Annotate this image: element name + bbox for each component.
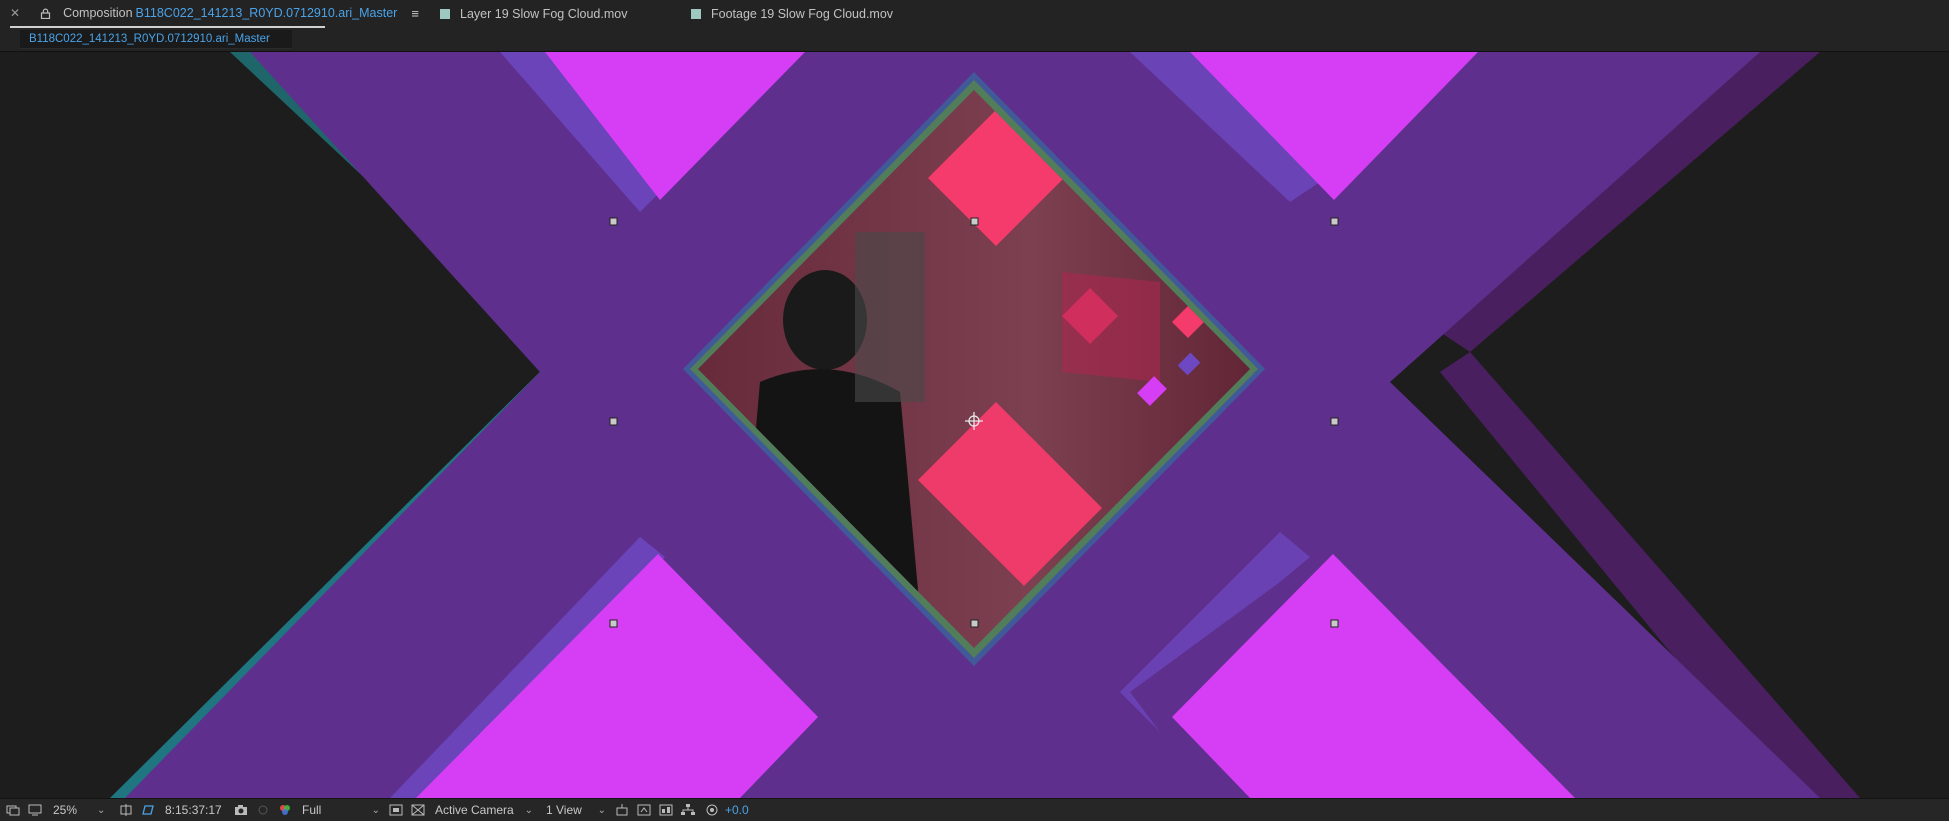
layer-controls-icon[interactable] — [659, 799, 673, 821]
tab-layer[interactable]: Layer 19 Slow Fog Cloud.mov — [440, 0, 627, 28]
handle-icon — [970, 217, 979, 226]
composition-canvas — [0, 52, 1949, 798]
reset-exposure-icon[interactable] — [637, 799, 651, 821]
exposure-value-text: +0.0 — [725, 803, 749, 817]
breadcrumb-label: B118C022_141213_R0YD.0712910.ari_Master — [29, 33, 270, 45]
handle-icon — [970, 619, 979, 628]
composition-viewer[interactable] — [0, 52, 1949, 798]
camera-dropdown[interactable]: Active Camera ⌄ — [435, 799, 533, 821]
tab-composition-name: B118C022_141213_R0YD.0712910.ari_Master — [135, 6, 398, 20]
handle-icon — [609, 417, 618, 426]
flowchart-icon[interactable] — [681, 799, 695, 821]
chevron-down-icon: ⌄ — [97, 804, 106, 816]
tab-footage-label: Footage 19 Slow Fog Cloud.mov — [711, 7, 894, 21]
show-snapshot-icon[interactable] — [256, 799, 270, 821]
snapshot-icon[interactable] — [234, 799, 248, 821]
channel-icon[interactable] — [278, 799, 292, 821]
handle-icon — [1330, 619, 1339, 628]
chevron-down-icon: ⌄ — [597, 804, 606, 816]
fast-preview-icon[interactable] — [389, 799, 403, 821]
label-swatch-icon — [691, 9, 701, 19]
timecode-value: 8:15:37:17 — [165, 803, 222, 817]
roi-icon[interactable] — [119, 799, 133, 821]
view-layout-dropdown[interactable]: 1 View ⌄ — [546, 799, 606, 821]
resolution-value: Full — [302, 803, 322, 817]
tab-footage[interactable]: Footage 19 Slow Fog Cloud.mov — [691, 0, 893, 28]
toggle-mask-icon[interactable] — [411, 799, 425, 821]
handle-icon — [1330, 217, 1339, 226]
transparency-grid-icon[interactable] — [141, 799, 155, 821]
tab-composition-prefix: Composition — [63, 6, 133, 20]
always-preview-icon[interactable] — [6, 799, 20, 821]
handle-icon — [1330, 417, 1339, 426]
view-layout-value: 1 View — [546, 803, 582, 817]
exposure-icon[interactable] — [705, 799, 719, 821]
comp-breadcrumb[interactable]: B118C022_141213_R0YD.0712910.ari_Master — [20, 30, 292, 49]
timecode[interactable]: 8:15:37:17 — [165, 799, 222, 821]
menu-icon[interactable]: ≡ — [411, 6, 419, 21]
resolution-dropdown[interactable]: Full ⌄ — [302, 799, 380, 821]
close-icon[interactable]: ✕ — [10, 6, 20, 20]
monitor-icon[interactable] — [28, 799, 42, 821]
tab-layer-label: Layer 19 Slow Fog Cloud.mov — [460, 7, 628, 21]
magnification-dropdown[interactable]: 25% ⌄ — [53, 799, 111, 821]
handle-icon — [609, 217, 618, 226]
handle-icon — [609, 619, 618, 628]
label-swatch-icon — [440, 9, 450, 19]
tab-composition[interactable]: ✕ Composition B118C022_141213_R0YD.07129… — [10, 0, 419, 28]
camera-value: Active Camera — [435, 803, 514, 817]
exposure-value[interactable]: +0.0 — [725, 799, 749, 821]
chevron-down-icon: ⌄ — [371, 804, 380, 816]
viewer-toolbar: 25% ⌄ 8:15:37:17 Full ⌄ Active Camera ⌄ … — [0, 798, 1949, 821]
draft3d-icon[interactable] — [615, 799, 629, 821]
magnification-value: 25% — [53, 803, 78, 817]
viewer-tab-bar: ✕ Composition B118C022_141213_R0YD.07129… — [0, 0, 1949, 28]
lock-icon[interactable] — [40, 8, 51, 19]
chevron-down-icon: ⌄ — [524, 804, 533, 816]
